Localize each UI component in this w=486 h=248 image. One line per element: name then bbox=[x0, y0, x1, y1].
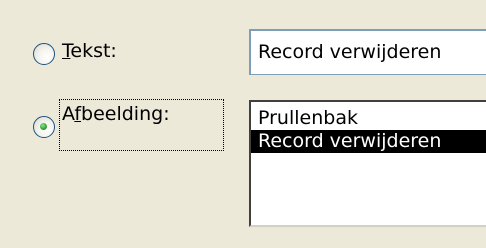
radio-tekst-label-suffix: ekst: bbox=[70, 40, 117, 62]
radio-selected-dot-icon bbox=[40, 123, 47, 130]
radio-afbeelding[interactable] bbox=[33, 116, 55, 138]
radio-afbeelding-label-suffix: beelding: bbox=[81, 103, 170, 125]
radio-afbeelding-label[interactable]: Afbeelding: bbox=[62, 103, 170, 125]
caption-text-field[interactable]: Record verwijderen bbox=[249, 29, 486, 75]
radio-tekst-label[interactable]: Tekst: bbox=[62, 40, 117, 62]
image-listbox[interactable]: Prullenbak Record verwijderen bbox=[249, 100, 486, 227]
radio-afbeelding-label-prefix: A bbox=[62, 103, 75, 125]
list-item-prullenbak[interactable]: Prullenbak bbox=[251, 107, 486, 130]
caption-text-value: Record verwijderen bbox=[258, 41, 442, 63]
radio-tekst[interactable] bbox=[33, 43, 55, 65]
list-item-record-verwijderen[interactable]: Record verwijderen bbox=[251, 130, 486, 153]
